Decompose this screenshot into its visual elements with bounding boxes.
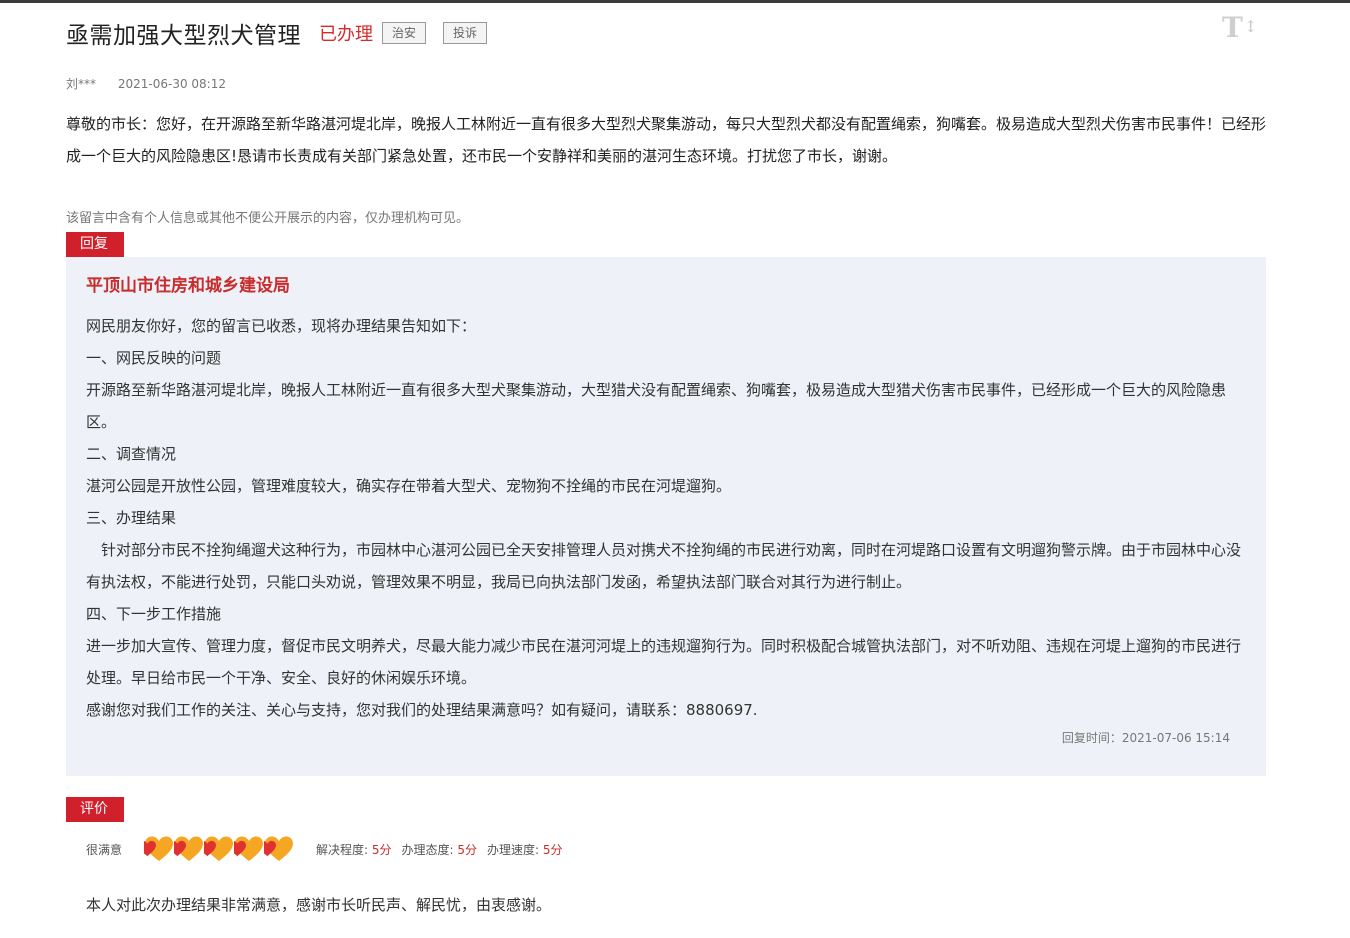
reply-time-label: 回复时间： <box>1061 731 1122 745</box>
evaluation-comment: 本人对此次办理结果非常满意，感谢市长听民声、解民忧，由衷感谢。 <box>86 896 552 914</box>
title-row: 亟需加强大型烈犬管理 已办理 治安 投诉 <box>66 16 488 50</box>
reply-line: 进一步加大宣传、管理力度，督促市民文明养犬，尽最大能力减少市民在湛河河堤上的违规… <box>86 637 1242 687</box>
score-label: 办理态度: <box>401 842 454 857</box>
reply-time: 回复时间：2021-07-06 15:14 <box>1062 729 1230 746</box>
reply-time-value: 2021-07-06 15:14 <box>1121 731 1230 745</box>
font-size-toggle[interactable]: T ↕ <box>1222 11 1258 44</box>
font-size-icon: T <box>1222 11 1243 44</box>
heart-rating <box>144 835 294 863</box>
score-resolution: 解决程度: 5分 <box>316 841 392 858</box>
reply-line: 三、办理结果 <box>86 509 177 527</box>
up-down-arrow-icon: ↕ <box>1244 17 1258 36</box>
tag-category[interactable]: 治安 <box>382 22 427 44</box>
top-border <box>0 0 1350 3</box>
reply-badge: 回复 <box>66 232 124 257</box>
reply-panel: 平顶山市住房和城乡建设局 网民朋友你好，您的留言已收悉，现将办理结果告知如下： … <box>66 257 1266 776</box>
reply-line: 湛河公园是开放性公园，管理难度较大，确实存在带着大型犬、宠物狗不拴绳的市民在河堤… <box>86 477 732 495</box>
reply-line: 网民朋友你好，您的留言已收悉，现将办理结果告知如下： <box>86 317 477 335</box>
privacy-notice: 该留言中含有个人信息或其他不便公开展示的内容，仅办理机构可见。 <box>66 211 470 226</box>
heart-icon <box>204 835 234 863</box>
post-date: 2021-06-30 08:12 <box>117 77 226 91</box>
heart-icon <box>174 835 204 863</box>
evaluation-badge: 评价 <box>66 797 124 822</box>
reply-line: 一、网民反映的问题 <box>86 349 222 367</box>
score-label: 解决程度: <box>316 842 369 857</box>
score-value: 5分 <box>542 842 563 857</box>
reply-line: 二、调查情况 <box>86 445 177 463</box>
score-label: 办理速度: <box>487 842 540 857</box>
message-content: 尊敬的市长：您好，在开源路至新华路湛河堤北岸，晚报人工林附近一直有很多大型烈犬聚… <box>66 115 1267 165</box>
score-attitude: 办理态度: 5分 <box>402 841 478 858</box>
satisfaction-level: 很满意 <box>86 842 123 857</box>
reply-line: 开源路至新华路湛河堤北岸，晚报人工林附近一直有很多大型犬聚集游动，大型猎犬没有配… <box>86 381 1227 431</box>
rating-row: 很满意 解决程度: 5分 办理态度: 5分 办理速度: 5分 <box>86 833 573 865</box>
heart-icon <box>144 835 174 863</box>
reply-line: 四、下一步工作措施 <box>86 605 222 623</box>
score-value: 5分 <box>457 842 478 857</box>
reply-line: 针对部分市民不拴狗绳遛犬这种行为，市园林中心湛河公园已全天安排管理人员对携犬不拴… <box>86 541 1242 591</box>
heart-icon <box>234 835 264 863</box>
page-title: 亟需加强大型烈犬管理 <box>66 23 301 49</box>
score-value: 5分 <box>371 842 392 857</box>
message-meta: 刘*** 2021-06-30 08:12 <box>66 75 226 92</box>
tag-type[interactable]: 投诉 <box>443 22 488 44</box>
reply-department: 平顶山市住房和城乡建设局 <box>86 276 290 296</box>
reply-line: 感谢您对我们工作的关注、关心与支持，您对我们的处理结果满意吗？如有疑问，请联系：… <box>86 701 758 719</box>
author-name: 刘*** <box>66 77 97 91</box>
reply-body: 网民朋友你好，您的留言已收悉，现将办理结果告知如下： 一、网民反映的问题 开源路… <box>86 310 1246 726</box>
score-speed: 办理速度: 5分 <box>487 841 563 858</box>
status-label: 已办理 <box>319 24 373 45</box>
heart-icon <box>264 835 294 863</box>
